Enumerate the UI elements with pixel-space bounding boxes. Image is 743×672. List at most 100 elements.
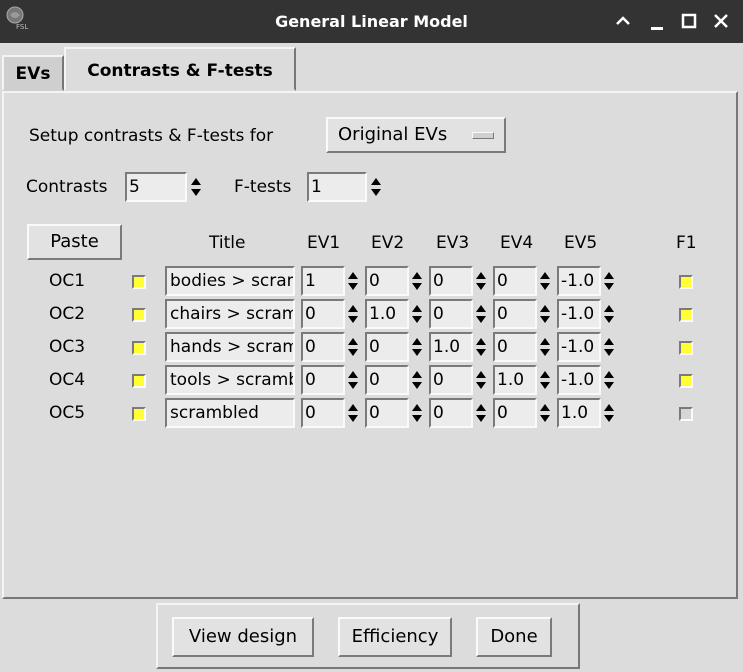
tab-contrasts-ftests[interactable]: Contrasts & F-tests [64,47,296,91]
spin-arrows-icon[interactable] [346,300,360,328]
row-select-checkbox[interactable] [132,407,146,421]
ev3-value[interactable]: 0 [429,266,473,296]
setup-dropdown[interactable]: Original EVs [326,117,506,153]
maximize-up-icon[interactable] [610,8,636,34]
f1-checkbox[interactable] [679,374,693,388]
ev3-value[interactable]: 1.0 [429,332,473,362]
f1-checkbox[interactable] [679,308,693,322]
f1-checkbox[interactable] [679,407,693,421]
ev2-value[interactable]: 0 [365,398,409,428]
ev1-value[interactable]: 0 [301,299,345,329]
spin-arrows-icon[interactable] [410,300,424,328]
row-select-checkbox[interactable] [132,374,146,388]
ev5-value[interactable]: -1.0 [557,332,601,362]
ev2-value[interactable]: 0 [365,332,409,362]
spin-arrows-icon[interactable] [369,173,383,201]
ev5-value[interactable]: -1.0 [557,266,601,296]
row-title-input[interactable]: scrambled [165,398,295,428]
f1-checkbox[interactable] [679,341,693,355]
ev5-value[interactable]: -1.0 [557,365,601,395]
ev2-stepper[interactable]: 0 [365,332,425,362]
maximize-icon[interactable] [676,8,702,34]
row-title-input[interactable]: chairs > scrambled [165,299,295,329]
ev1-stepper[interactable]: 0 [301,398,361,428]
ev4-value[interactable]: 0 [493,398,537,428]
ev4-stepper[interactable]: 0 [493,332,553,362]
ev2-value[interactable]: 0 [365,266,409,296]
ev4-stepper[interactable]: 0 [493,299,553,329]
ev1-stepper[interactable]: 0 [301,332,361,362]
spin-arrows-icon[interactable] [538,267,552,295]
ev5-stepper[interactable]: -1.0 [557,365,617,395]
ev4-value[interactable]: 1.0 [493,365,537,395]
spin-arrows-icon[interactable] [410,366,424,394]
spin-arrows-icon[interactable] [410,333,424,361]
ev5-value[interactable]: 1.0 [557,398,601,428]
spin-arrows-icon[interactable] [410,399,424,427]
spin-arrows-icon[interactable] [346,399,360,427]
done-button[interactable]: Done [476,617,552,657]
ev4-stepper[interactable]: 0 [493,398,553,428]
spin-arrows-icon[interactable] [474,333,488,361]
row-title-input[interactable]: hands > scrambled [165,332,295,362]
view-design-button[interactable]: View design [172,617,314,657]
ev3-value[interactable]: 0 [429,365,473,395]
spin-arrows-icon[interactable] [602,366,616,394]
ev1-value[interactable]: 0 [301,365,345,395]
spin-arrows-icon[interactable] [602,267,616,295]
ev3-stepper[interactable]: 0 [429,398,489,428]
ev4-value[interactable]: 0 [493,299,537,329]
row-title-input[interactable]: bodies > scrambled [165,266,295,296]
ev1-stepper[interactable]: 0 [301,365,361,395]
f1-checkbox[interactable] [679,275,693,289]
ev1-value[interactable]: 0 [301,332,345,362]
ev3-stepper[interactable]: 0 [429,266,489,296]
ev5-stepper[interactable]: -1.0 [557,332,617,362]
ev2-stepper[interactable]: 1.0 [365,299,425,329]
ev1-value[interactable]: 0 [301,398,345,428]
ev2-stepper[interactable]: 0 [365,365,425,395]
spin-arrows-icon[interactable] [189,173,203,201]
ftests-value[interactable]: 1 [307,172,367,202]
spin-arrows-icon[interactable] [538,300,552,328]
spin-arrows-icon[interactable] [538,399,552,427]
ev3-stepper[interactable]: 0 [429,365,489,395]
spin-arrows-icon[interactable] [474,399,488,427]
paste-button[interactable]: Paste [27,224,122,260]
tab-evs[interactable]: EVs [2,55,64,91]
ev2-value[interactable]: 0 [365,365,409,395]
ftests-stepper[interactable]: 1 [307,172,383,202]
row-select-checkbox[interactable] [132,275,146,289]
efficiency-button[interactable]: Efficiency [338,617,452,657]
row-select-checkbox[interactable] [132,341,146,355]
ev3-value[interactable]: 0 [429,299,473,329]
spin-arrows-icon[interactable] [346,366,360,394]
ev1-value[interactable]: 1 [301,266,345,296]
spin-arrows-icon[interactable] [346,267,360,295]
contrasts-stepper[interactable]: 5 [125,172,203,202]
ev5-stepper[interactable]: -1.0 [557,266,617,296]
spin-arrows-icon[interactable] [538,366,552,394]
row-title-input[interactable]: tools > scrambled [165,365,295,395]
minimize-icon[interactable] [644,8,670,34]
spin-arrows-icon[interactable] [410,267,424,295]
ev3-stepper[interactable]: 1.0 [429,332,489,362]
ev5-value[interactable]: -1.0 [557,299,601,329]
close-icon[interactable] [708,8,734,34]
spin-arrows-icon[interactable] [602,399,616,427]
ev4-stepper[interactable]: 0 [493,266,553,296]
row-select-checkbox[interactable] [132,308,146,322]
ev2-value[interactable]: 1.0 [365,299,409,329]
ev5-stepper[interactable]: -1.0 [557,299,617,329]
ev2-stepper[interactable]: 0 [365,266,425,296]
ev3-stepper[interactable]: 0 [429,299,489,329]
ev4-value[interactable]: 0 [493,332,537,362]
ev4-stepper[interactable]: 1.0 [493,365,553,395]
ev3-value[interactable]: 0 [429,398,473,428]
spin-arrows-icon[interactable] [602,300,616,328]
spin-arrows-icon[interactable] [474,300,488,328]
spin-arrows-icon[interactable] [474,366,488,394]
spin-arrows-icon[interactable] [346,333,360,361]
ev2-stepper[interactable]: 0 [365,398,425,428]
ev4-value[interactable]: 0 [493,266,537,296]
